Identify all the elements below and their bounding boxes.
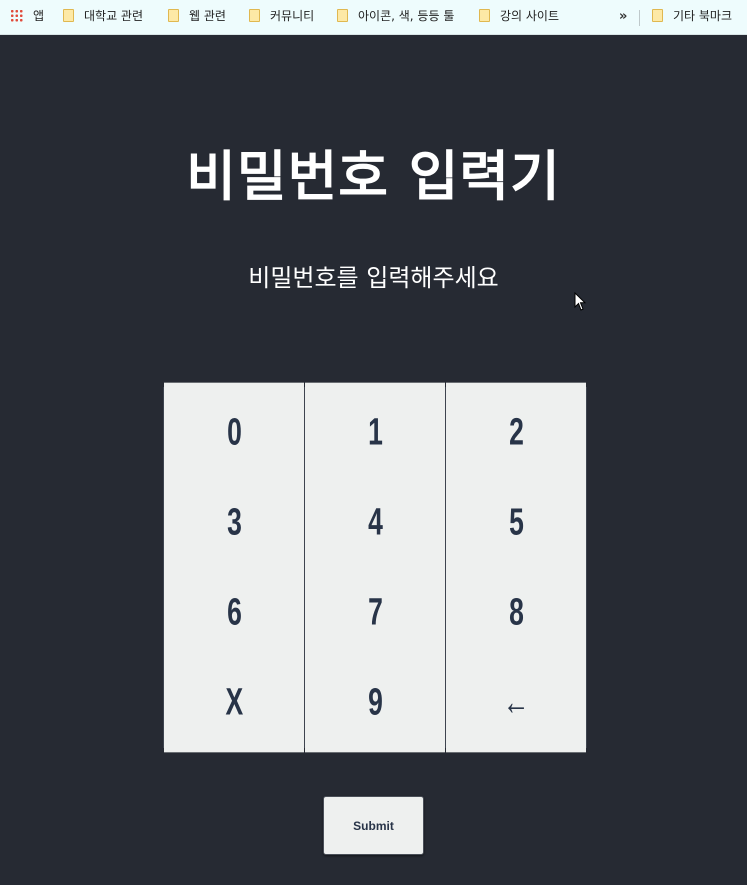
keypad: 0 1 2 3 4 5 6 7 8 X 9 ← — [163, 382, 587, 753]
key-label: 6 — [226, 590, 242, 634]
bookmark-label: 기타 북마크 — [673, 9, 733, 23]
key-label: 3 — [226, 500, 242, 544]
backspace-arrow-icon: ← — [502, 680, 530, 724]
page-title: 비밀번호 입력기 — [186, 145, 561, 208]
bookmark-apps[interactable]: 앱 — [10, 0, 44, 35]
folder-icon — [337, 9, 348, 22]
key-2[interactable]: 2 — [446, 382, 586, 483]
password-prompt: 비밀번호를 입력해주세요 — [248, 264, 499, 292]
bookmark-apps-label: 앱 — [33, 9, 45, 23]
folder-icon — [249, 9, 260, 22]
key-label: X — [225, 680, 243, 724]
bookmark-label: 강의 사이트 — [500, 9, 560, 23]
key-6[interactable]: 6 — [164, 562, 304, 663]
bookmark-label: 아이콘, 색, 등등 툴 — [358, 9, 455, 23]
key-1[interactable]: 1 — [305, 382, 445, 483]
apps-grid-icon — [10, 9, 23, 22]
submit-button[interactable]: Submit — [323, 796, 424, 855]
key-9[interactable]: 9 — [305, 652, 445, 753]
key-5[interactable]: 5 — [446, 472, 586, 573]
bookmark-folder-other[interactable]: 기타 북마크 — [652, 0, 732, 35]
key-label: 1 — [367, 410, 383, 454]
mouse-cursor-icon — [574, 292, 586, 311]
key-label: 5 — [508, 500, 524, 544]
bookmark-folder-lectures[interactable]: 강의 사이트 — [479, 0, 559, 35]
folder-icon — [479, 9, 490, 22]
key-label: 0 — [226, 410, 242, 454]
key-label: 9 — [367, 680, 383, 724]
bookmark-folder-tools[interactable]: 아이콘, 색, 등등 툴 — [337, 0, 454, 35]
folder-icon — [652, 9, 663, 22]
key-7[interactable]: 7 — [305, 562, 445, 663]
bookmark-folder-web[interactable]: 웹 관련 — [168, 0, 226, 35]
key-label: 4 — [367, 500, 383, 544]
key-label: 8 — [508, 590, 524, 634]
folder-icon — [168, 9, 179, 22]
key-8[interactable]: 8 — [446, 562, 586, 663]
backspace-button[interactable]: ← — [446, 652, 586, 753]
key-0[interactable]: 0 — [164, 382, 304, 483]
bookmark-folder-community[interactable]: 커뮤니티 — [249, 0, 314, 35]
key-4[interactable]: 4 — [305, 472, 445, 573]
key-3[interactable]: 3 — [164, 472, 304, 573]
bookmark-label: 대학교 관련 — [84, 9, 144, 23]
bookmark-folder-university[interactable]: 대학교 관련 — [63, 0, 143, 35]
folder-icon — [63, 9, 74, 22]
more-bookmarks-button[interactable]: » — [619, 0, 627, 35]
bookmark-label: 커뮤니티 — [270, 9, 315, 23]
bookmark-label: 웹 관련 — [189, 9, 226, 23]
clear-button[interactable]: X — [164, 652, 304, 753]
bookmarks-separator — [639, 10, 640, 26]
bookmarks-bar: 앱 대학교 관련 웹 관련 커뮤니티 아이콘, 색, 등등 툴 강의 사이트 »… — [0, 0, 747, 35]
key-label: 7 — [367, 590, 383, 634]
key-label: 2 — [508, 410, 524, 454]
